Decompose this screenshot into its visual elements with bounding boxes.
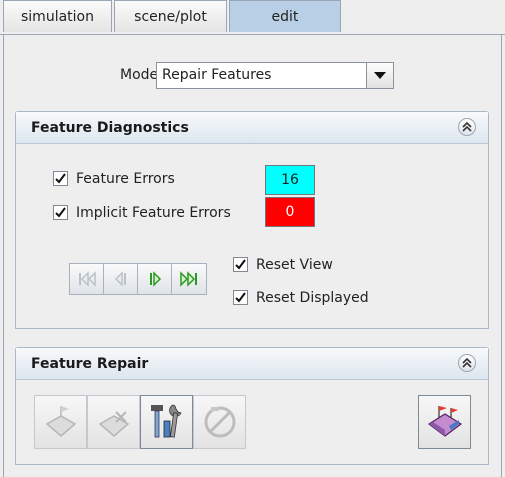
next-icon bbox=[149, 271, 161, 287]
panel-title: Feature Diagnostics bbox=[31, 120, 189, 136]
navigation-controls bbox=[69, 263, 207, 295]
previous-icon bbox=[114, 271, 126, 287]
delete-feature-icon bbox=[98, 411, 129, 437]
implicit-feature-errors-checkbox[interactable] bbox=[53, 205, 68, 220]
checkmark-icon bbox=[55, 173, 66, 184]
panel-header[interactable]: Feature Repair bbox=[16, 348, 488, 380]
tab-label: edit bbox=[271, 8, 299, 25]
last-button[interactable] bbox=[172, 264, 206, 294]
delete-feature-button[interactable] bbox=[87, 395, 140, 449]
implicit-feature-errors-count: 0 bbox=[265, 197, 315, 227]
double-chevron-up-icon bbox=[462, 122, 472, 132]
collapse-button[interactable] bbox=[458, 354, 476, 372]
first-button[interactable] bbox=[70, 264, 104, 294]
repair-tools-icon bbox=[150, 404, 182, 438]
collapse-button[interactable] bbox=[458, 118, 476, 136]
checkmark-icon bbox=[235, 259, 246, 270]
previous-button[interactable] bbox=[104, 264, 138, 294]
last-icon bbox=[180, 271, 197, 287]
tab-label: simulation bbox=[21, 8, 94, 25]
implicit-feature-errors-label: Implicit Feature Errors bbox=[76, 205, 231, 221]
tab-simulation[interactable]: simulation bbox=[3, 0, 112, 32]
tab-bar: simulation scene/plot edit bbox=[0, 0, 505, 35]
mode-label: Mode bbox=[120, 67, 159, 83]
mode-value: Repair Features bbox=[162, 67, 272, 83]
panel-title: Feature Repair bbox=[31, 356, 149, 372]
panel-header[interactable]: Feature Diagnostics bbox=[16, 112, 488, 144]
fill-surface-icon bbox=[45, 406, 76, 437]
disabled-tool-button[interactable] bbox=[193, 395, 246, 449]
tab-scene-plot[interactable]: scene/plot bbox=[114, 0, 227, 32]
feature-errors-label: Feature Errors bbox=[76, 171, 175, 187]
tab-label: scene/plot bbox=[134, 8, 207, 25]
reset-view-label: Reset View bbox=[256, 257, 333, 273]
checkmark-icon bbox=[55, 207, 66, 218]
disabled-tool-icon bbox=[204, 406, 235, 438]
reset-view-checkbox[interactable] bbox=[233, 257, 248, 272]
repair-tools-button[interactable] bbox=[140, 395, 193, 449]
close-feature-button[interactable] bbox=[418, 395, 471, 449]
fill-surface-button[interactable] bbox=[34, 395, 87, 449]
close-feature-icon bbox=[427, 406, 462, 437]
reset-displayed-label: Reset Displayed bbox=[256, 290, 369, 306]
chevron-down-icon bbox=[374, 72, 386, 79]
double-chevron-up-icon bbox=[462, 358, 472, 368]
next-button[interactable] bbox=[138, 264, 172, 294]
feature-errors-count: 16 bbox=[265, 165, 315, 195]
tab-edit[interactable]: edit bbox=[229, 0, 341, 32]
mode-dropdown[interactable]: Repair Features bbox=[156, 62, 394, 89]
dropdown-arrow-button[interactable] bbox=[366, 63, 393, 88]
checkmark-icon bbox=[235, 292, 246, 303]
reset-displayed-checkbox[interactable] bbox=[233, 290, 248, 305]
feature-errors-checkbox[interactable] bbox=[53, 171, 68, 186]
first-icon bbox=[78, 271, 96, 287]
